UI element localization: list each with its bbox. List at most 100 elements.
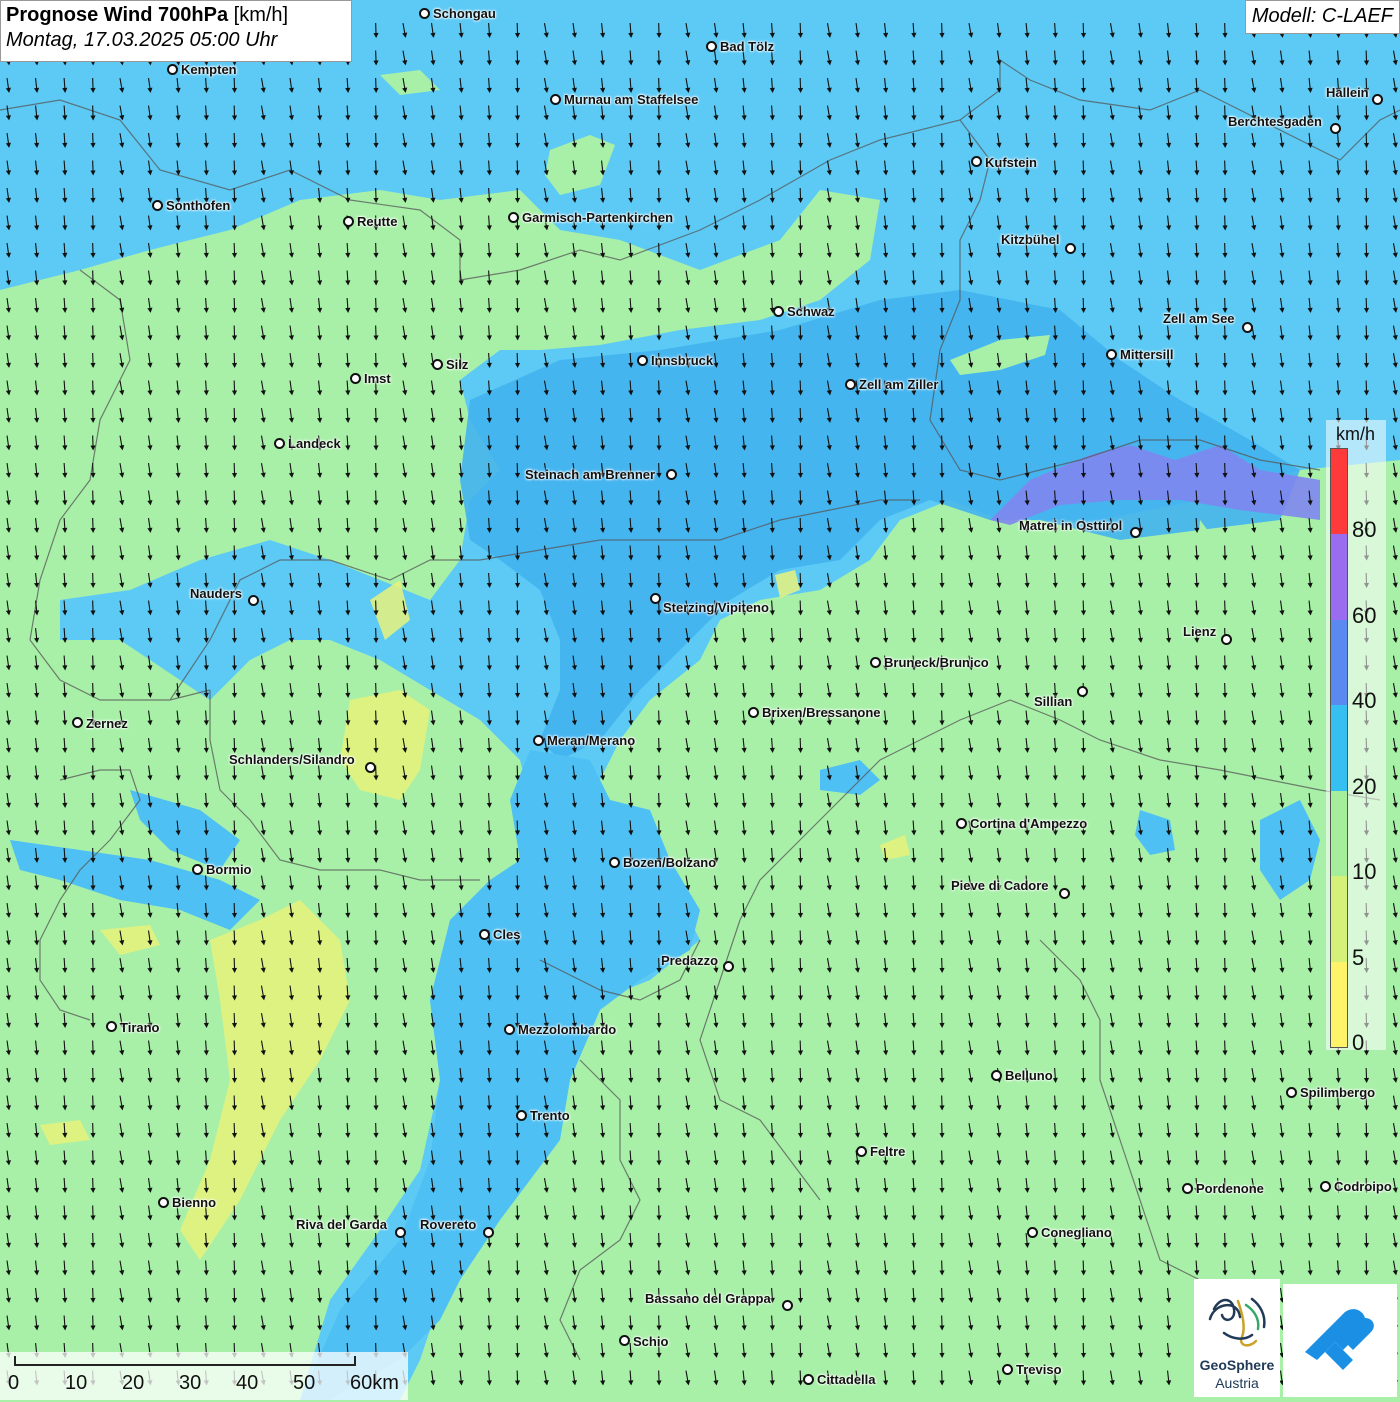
scale-tick: 0 (8, 1372, 19, 1395)
city-marker (72, 717, 83, 728)
city-marker (350, 373, 361, 384)
city-marker (1242, 322, 1253, 333)
city-marker (971, 156, 982, 167)
city-marker (706, 41, 717, 52)
scale-tick: 20 (122, 1372, 144, 1395)
city-label: Conegliano (1041, 1225, 1112, 1240)
map-title: Prognose Wind 700hPa (6, 4, 228, 26)
legend-tick: 40 (1352, 688, 1376, 714)
city-label: Bienno (172, 1195, 216, 1210)
legend-tick: 80 (1352, 517, 1376, 543)
legend-segment (1331, 449, 1347, 534)
city-marker (723, 961, 734, 972)
city-label: Zell am Ziller (859, 377, 938, 392)
scale-tick: 60km (350, 1372, 399, 1395)
city-marker (1027, 1227, 1038, 1238)
city-label: Mittersill (1120, 347, 1173, 362)
city-marker (516, 1110, 527, 1121)
city-marker (1221, 634, 1232, 645)
city-marker (479, 929, 490, 940)
city-marker (152, 200, 163, 211)
city-marker (991, 1070, 1002, 1081)
city-marker (192, 864, 203, 875)
city-label: Tirano (120, 1020, 160, 1035)
city-marker (1330, 123, 1341, 134)
city-marker (609, 857, 620, 868)
city-label: Codroipo (1334, 1179, 1392, 1194)
legend-color-bar (1330, 448, 1348, 1048)
title-box: Prognose Wind 700hPa [km/h] Montag, 17.0… (0, 0, 352, 62)
legend-segment (1331, 620, 1347, 705)
city-label: Kitzbühel (1001, 232, 1060, 247)
city-marker (619, 1335, 630, 1346)
city-label: Kufstein (985, 155, 1037, 170)
city-marker (419, 8, 430, 19)
city-label: Schongau (433, 6, 496, 21)
city-marker (1320, 1181, 1331, 1192)
city-marker (504, 1024, 515, 1035)
city-marker (1065, 243, 1076, 254)
city-label: Belluno (1005, 1068, 1053, 1083)
forecast-datetime: Montag, 17.03.2025 05:00 Uhr (6, 29, 346, 52)
city-label: Sterzing/Vipiteno (663, 600, 769, 615)
legend-tick: 10 (1352, 859, 1376, 885)
city-marker (956, 818, 967, 829)
scale-tick: 10 (65, 1372, 87, 1395)
city-label: Zernez (86, 716, 128, 731)
city-marker (365, 762, 376, 773)
city-label: Lienz (1183, 624, 1216, 639)
city-marker (1130, 527, 1141, 538)
city-label: Garmisch-Partenkirchen (522, 210, 673, 225)
geosphere-logo-icon (1194, 1279, 1280, 1359)
city-label: Treviso (1016, 1362, 1062, 1377)
city-marker (845, 379, 856, 390)
logo-subtitle: Austria (1194, 1375, 1280, 1391)
city-label: Rovereto (420, 1217, 476, 1232)
city-label: Cortina d'Ampezzo (970, 816, 1087, 831)
city-marker (1106, 349, 1117, 360)
partner-logo (1283, 1284, 1397, 1397)
city-label: Bozen/Bolzano (623, 855, 716, 870)
city-label: Zell am See (1163, 311, 1235, 326)
partner-logo-icon (1283, 1284, 1397, 1397)
legend-unit: km/h (1336, 424, 1375, 445)
city-marker (432, 359, 443, 370)
city-label: Bruneck/Brunico (884, 655, 989, 670)
city-marker (637, 355, 648, 366)
city-label: Landeck (288, 436, 341, 451)
city-label: Kempten (181, 62, 237, 77)
logo-name: GeoSphere (1194, 1357, 1280, 1373)
legend-segment (1331, 962, 1347, 1047)
city-label: Mezzolombardo (518, 1022, 616, 1037)
city-label: Schwaz (787, 304, 835, 319)
city-marker (773, 306, 784, 317)
city-marker (666, 469, 677, 480)
legend-segment (1331, 705, 1347, 790)
city-marker (248, 595, 259, 606)
city-label: Trento (530, 1108, 570, 1123)
city-label: Bassano del Grappa (645, 1291, 771, 1306)
city-label: Cittadella (817, 1372, 876, 1387)
legend-tick: 5 (1352, 945, 1364, 971)
city-label: Steinach am Brenner (525, 467, 655, 482)
city-marker (533, 735, 544, 746)
legend-tick: 20 (1352, 774, 1376, 800)
city-marker (782, 1300, 793, 1311)
city-marker (1077, 686, 1088, 697)
city-label: Reutte (357, 214, 397, 229)
city-marker (1286, 1087, 1297, 1098)
city-label: Meran/Merano (547, 733, 635, 748)
legend-segment (1331, 534, 1347, 619)
geosphere-logo: GeoSphere Austria (1194, 1279, 1280, 1397)
city-label: Sillian (1034, 694, 1072, 709)
model-label: Modell: C-LAEF (1245, 0, 1400, 34)
city-marker (167, 64, 178, 75)
city-marker (343, 216, 354, 227)
city-label: Schio (633, 1334, 668, 1349)
color-legend: km/h 806040201050 (1326, 420, 1386, 1050)
city-marker (1372, 94, 1383, 105)
city-label: Berchtesgaden (1228, 114, 1322, 129)
city-label: Pieve di Cadore (951, 878, 1049, 893)
city-marker (870, 657, 881, 668)
city-marker (1182, 1183, 1193, 1194)
